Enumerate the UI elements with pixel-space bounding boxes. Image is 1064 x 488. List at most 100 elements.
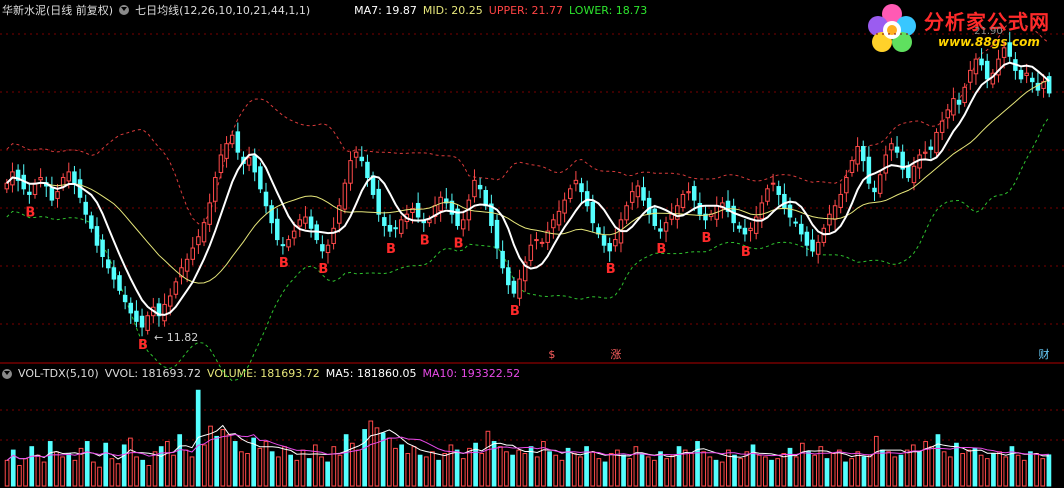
volume-bar	[954, 442, 959, 487]
candle-body	[331, 227, 336, 245]
candle-body	[291, 230, 297, 239]
buy-signal-marker: B	[420, 234, 430, 249]
volume-bar	[306, 458, 312, 487]
candle-body	[973, 58, 979, 75]
volume-bar	[701, 451, 707, 487]
buy-signal-marker: B	[386, 242, 396, 257]
volume-bar	[467, 447, 472, 487]
mid-line	[6, 79, 1050, 284]
volume-bar	[978, 454, 984, 487]
candle-body	[128, 302, 134, 314]
candle-body	[877, 174, 883, 194]
candle-body	[556, 210, 562, 226]
volume-bar	[152, 451, 158, 487]
volume-bar	[670, 454, 676, 487]
volume-bar	[516, 449, 522, 487]
volume-bar	[1021, 459, 1027, 487]
candle-body	[100, 239, 105, 257]
volume-bar	[399, 444, 404, 487]
candle-body	[387, 224, 393, 232]
volume-bar	[1028, 451, 1033, 487]
candle-body	[359, 156, 365, 162]
candle-body	[759, 202, 765, 220]
volume-bar	[417, 454, 423, 487]
volume-bar	[288, 454, 294, 487]
volume-bar	[1015, 454, 1021, 487]
ma7-line	[6, 61, 1050, 316]
candle-body	[162, 303, 167, 322]
volume-bar	[436, 459, 441, 487]
volume-bar	[430, 451, 435, 487]
candle-body	[4, 182, 10, 190]
volume-bar	[1046, 454, 1052, 487]
candle-body	[827, 213, 832, 226]
candle-body	[939, 120, 945, 133]
volume-bar	[325, 461, 330, 487]
candle-body	[258, 166, 263, 190]
candle-body	[968, 69, 973, 83]
volume-bar	[497, 446, 503, 487]
volume-bar	[257, 447, 263, 487]
volume-bar	[294, 459, 300, 487]
candle-body	[815, 241, 821, 255]
candle-body	[652, 208, 658, 226]
volume-bar	[676, 446, 682, 487]
volume-bar	[386, 437, 392, 487]
candle-body	[275, 218, 280, 241]
volume-bar	[374, 427, 380, 487]
candle-body	[539, 241, 545, 244]
candle-body	[658, 228, 663, 232]
candle-body	[105, 259, 111, 269]
volume-bar	[17, 464, 22, 487]
candle-body	[506, 267, 511, 286]
volume-bar	[362, 429, 367, 487]
volume-bar	[621, 454, 626, 487]
candle-body	[213, 177, 218, 202]
candle-body	[472, 179, 477, 198]
volume-bar	[602, 461, 608, 487]
volume-bar	[23, 458, 28, 487]
volume-bar	[713, 459, 719, 487]
candle-body	[551, 219, 556, 229]
volume-bar	[806, 451, 811, 487]
volume-bar	[947, 456, 953, 487]
candle-body	[894, 146, 900, 153]
volume-bar	[47, 441, 53, 487]
volume-ma5-line	[6, 424, 1049, 461]
candle-body	[629, 191, 635, 203]
candle-body	[280, 244, 286, 247]
candle-body	[568, 188, 573, 199]
volume-bar	[571, 453, 577, 487]
volume-bar	[775, 458, 781, 487]
volume-bar	[405, 453, 411, 487]
volume-bar	[121, 444, 127, 487]
candle-body	[675, 205, 680, 220]
volume-bar	[454, 449, 460, 487]
volume-bar	[689, 453, 694, 487]
candle-body	[246, 157, 252, 166]
candle-body	[934, 131, 939, 154]
volume-bar	[1003, 456, 1009, 487]
candle-body	[928, 146, 934, 150]
candle-body	[911, 165, 917, 184]
candle-body	[196, 236, 201, 246]
volume-bar	[935, 434, 941, 487]
volume-bar	[202, 444, 207, 487]
volume-bar	[214, 435, 220, 487]
candle-body	[184, 258, 190, 272]
candle-body	[32, 182, 38, 195]
volume-bar	[251, 437, 257, 487]
volume-bar	[263, 441, 269, 487]
candle-body	[145, 315, 150, 331]
candle-body	[979, 58, 984, 66]
volume-bar	[528, 446, 534, 487]
volume-bar	[91, 461, 96, 487]
volume-bar	[553, 454, 559, 487]
volume-bar	[960, 453, 965, 487]
candle-body	[117, 275, 122, 291]
candle-body	[320, 244, 325, 252]
volume-bar	[756, 454, 762, 487]
low-price-label: ← 11.82	[154, 331, 198, 344]
candle-body	[303, 216, 308, 224]
volume-bar	[337, 454, 343, 487]
